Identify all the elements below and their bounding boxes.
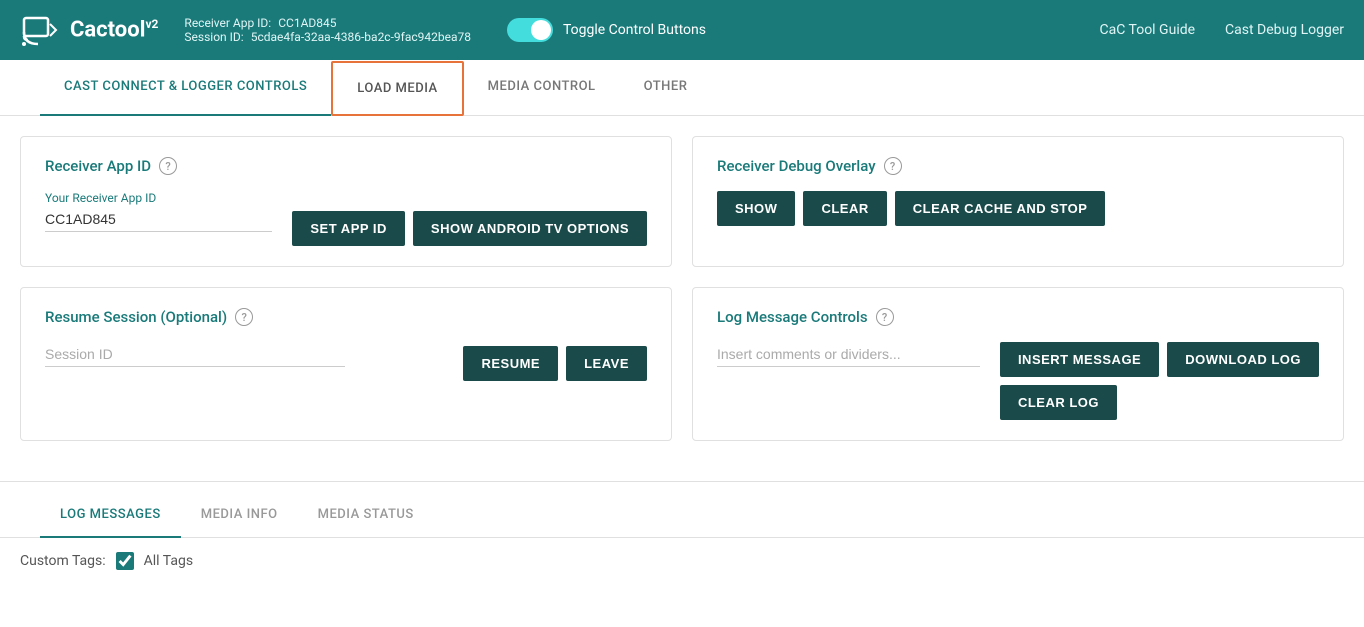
- log-message-controls-content: INSERT MESSAGE DOWNLOAD LOG CLEAR LOG: [717, 342, 1319, 420]
- tab-other[interactable]: OTHER: [620, 61, 712, 116]
- bottom-tabs: LOG MESSAGES MEDIA INFO MEDIA STATUS: [0, 492, 1364, 538]
- toggle-control-buttons[interactable]: [507, 18, 553, 42]
- tab-media-control[interactable]: MEDIA CONTROL: [464, 61, 620, 116]
- cards-grid: Receiver App ID ? Your Receiver App ID S…: [20, 136, 1344, 441]
- receiver-app-id-help-icon[interactable]: ?: [159, 157, 177, 175]
- main-tabs: CAST CONNECT & LOGGER CONTROLS LOAD MEDI…: [0, 60, 1364, 116]
- leave-button[interactable]: LEAVE: [566, 346, 647, 381]
- session-id-input-area: [45, 342, 443, 367]
- resume-session-content: RESUME LEAVE: [45, 342, 647, 381]
- tab-media-info[interactable]: MEDIA INFO: [181, 493, 298, 538]
- log-comment-input[interactable]: [717, 342, 980, 367]
- header-links: CaC Tool Guide Cast Debug Logger: [1100, 22, 1345, 38]
- log-message-help-icon[interactable]: ?: [876, 308, 894, 326]
- clear-button[interactable]: CLEAR: [803, 191, 886, 226]
- resume-button[interactable]: RESUME: [463, 346, 558, 381]
- toggle-label: Toggle Control Buttons: [563, 22, 706, 38]
- log-message-controls-card: Log Message Controls ? INSERT MESSAGE DO…: [692, 287, 1344, 441]
- cast-debug-logger-link[interactable]: Cast Debug Logger: [1225, 22, 1344, 38]
- show-button[interactable]: SHOW: [717, 191, 795, 226]
- all-tags-checkbox[interactable]: [116, 552, 134, 570]
- resume-session-help-icon[interactable]: ?: [235, 308, 253, 326]
- receiver-app-id-info: Receiver App ID: CC1AD845: [184, 16, 471, 30]
- toggle-area[interactable]: Toggle Control Buttons: [507, 18, 706, 42]
- receiver-debug-buttons: SHOW CLEAR CLEAR CACHE AND STOP: [717, 191, 1319, 226]
- cac-tool-guide-link[interactable]: CaC Tool Guide: [1100, 22, 1196, 38]
- custom-tags-row: Custom Tags: All Tags: [0, 538, 1364, 584]
- logo-text: Cactoolv2: [70, 17, 158, 42]
- receiver-app-id-input[interactable]: [45, 207, 272, 232]
- receiver-app-id-input-label: Your Receiver App ID: [45, 191, 272, 205]
- clear-cache-and-stop-button[interactable]: CLEAR CACHE AND STOP: [895, 191, 1106, 226]
- section-divider: [0, 481, 1364, 482]
- tab-cast-connect[interactable]: CAST CONNECT & LOGGER CONTROLS: [40, 61, 331, 116]
- custom-tags-label: Custom Tags:: [20, 553, 106, 569]
- session-id-input[interactable]: [45, 342, 345, 367]
- tab-media-status[interactable]: MEDIA STATUS: [298, 493, 434, 538]
- log-comment-input-area: [717, 342, 980, 367]
- log-message-top-buttons: INSERT MESSAGE DOWNLOAD LOG: [1000, 342, 1319, 377]
- resume-session-card: Resume Session (Optional) ? RESUME LEAVE: [20, 287, 672, 441]
- log-message-buttons: INSERT MESSAGE DOWNLOAD LOG CLEAR LOG: [1000, 342, 1319, 420]
- receiver-app-id-input-area: Your Receiver App ID: [45, 191, 272, 232]
- cast-logo-icon: [20, 10, 60, 50]
- tab-load-media[interactable]: LOAD MEDIA: [331, 61, 463, 116]
- receiver-app-id-buttons: SET APP ID SHOW ANDROID TV OPTIONS: [292, 211, 647, 246]
- show-android-tv-button[interactable]: SHOW ANDROID TV OPTIONS: [413, 211, 647, 246]
- logo-area: Cactoolv2: [20, 10, 158, 50]
- tab-log-messages[interactable]: LOG MESSAGES: [40, 493, 181, 538]
- receiver-debug-help-icon[interactable]: ?: [884, 157, 902, 175]
- resume-session-buttons: RESUME LEAVE: [463, 346, 647, 381]
- insert-message-button[interactable]: INSERT MESSAGE: [1000, 342, 1159, 377]
- receiver-debug-overlay-title: Receiver Debug Overlay ?: [717, 157, 1319, 175]
- main-content: Receiver App ID ? Your Receiver App ID S…: [0, 116, 1364, 481]
- receiver-app-id-content: Your Receiver App ID SET APP ID SHOW AND…: [45, 191, 647, 246]
- log-message-controls-title: Log Message Controls ?: [717, 308, 1319, 326]
- all-tags-label: All Tags: [144, 553, 193, 569]
- set-app-id-button[interactable]: SET APP ID: [292, 211, 405, 246]
- receiver-app-id-card: Receiver App ID ? Your Receiver App ID S…: [20, 136, 672, 267]
- app-header: Cactoolv2 Receiver App ID: CC1AD845 Sess…: [0, 0, 1364, 60]
- session-id-info: Session ID: 5cdae4fa-32aa-4386-ba2c-9fac…: [184, 30, 471, 44]
- clear-log-button[interactable]: CLEAR LOG: [1000, 385, 1117, 420]
- download-log-button[interactable]: DOWNLOAD LOG: [1167, 342, 1319, 377]
- header-info: Receiver App ID: CC1AD845 Session ID: 5c…: [184, 16, 471, 44]
- receiver-app-id-title: Receiver App ID ?: [45, 157, 647, 175]
- receiver-debug-overlay-card: Receiver Debug Overlay ? SHOW CLEAR CLEA…: [692, 136, 1344, 267]
- resume-session-title: Resume Session (Optional) ?: [45, 308, 647, 326]
